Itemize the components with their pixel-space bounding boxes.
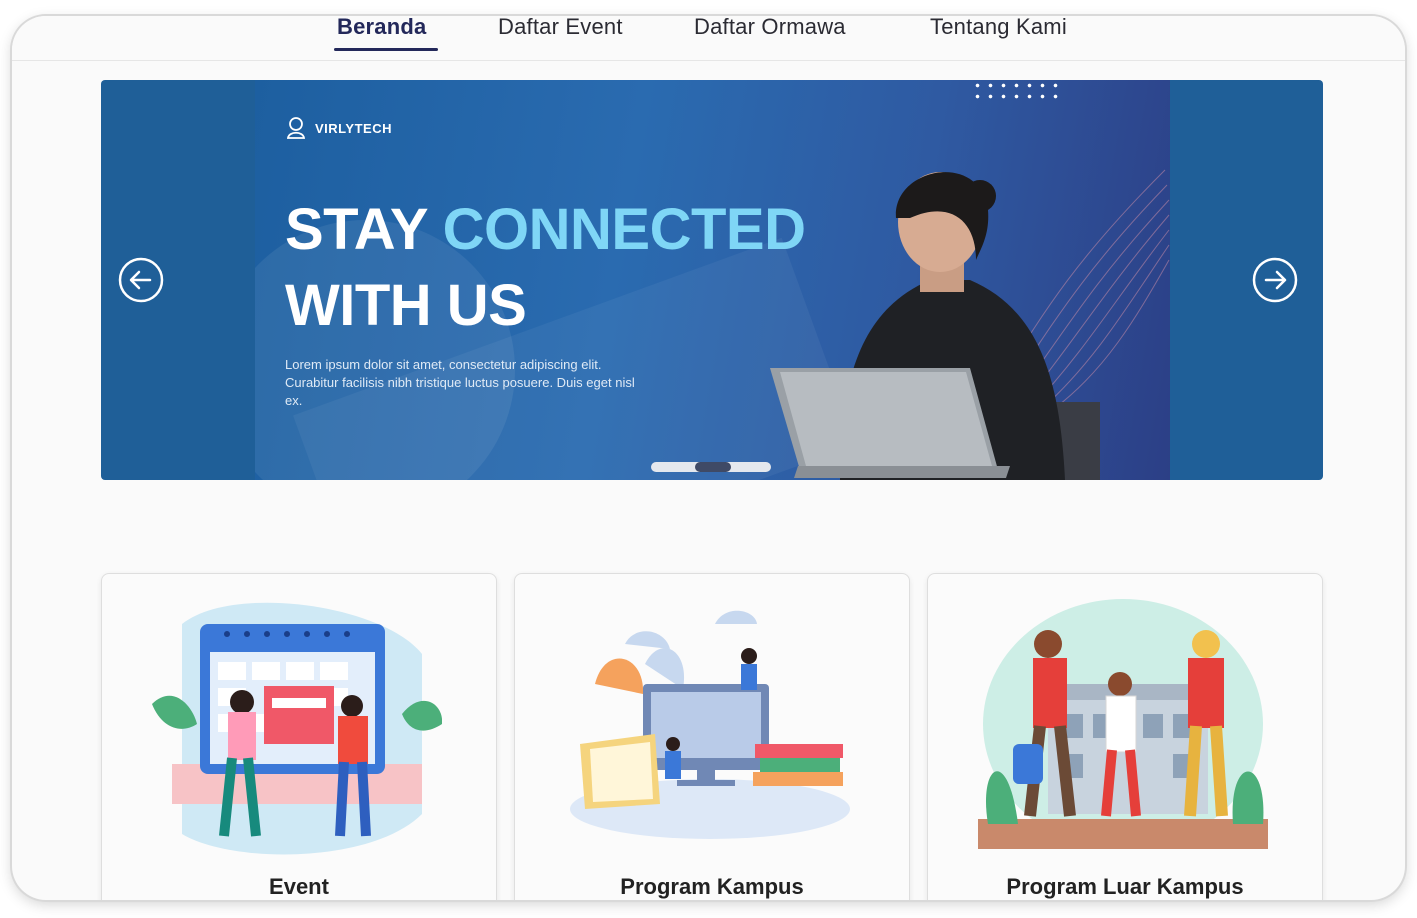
nav-daftar-ormawa[interactable]: Daftar Ormawa	[694, 16, 846, 40]
arrow-right-circle-icon	[1252, 257, 1298, 303]
brand-logo: VIRLYTECH	[285, 116, 392, 140]
calendar-people-illustration	[152, 602, 442, 855]
card-title-program-luar-kampus: Program Luar Kampus	[1006, 874, 1244, 899]
students-walking-illustration	[978, 599, 1268, 849]
card-event[interactable]: Event	[101, 573, 497, 900]
card-program-kampus[interactable]: Program Kampus	[514, 573, 910, 900]
carousel-slide: VIRLYTECH STAY CONNECTED WITH US Lorem i…	[255, 80, 1170, 480]
card-title-event: Event	[269, 874, 329, 899]
card-program-luar-kampus[interactable]: Program Luar Kampus	[927, 573, 1323, 900]
brand-name: VIRLYTECH	[315, 120, 392, 136]
arrow-left-circle-icon	[118, 257, 164, 303]
carousel-indicator[interactable]	[651, 462, 771, 472]
carousel-indicator-active	[695, 462, 731, 472]
carousel-next-button[interactable]	[1252, 257, 1298, 303]
nav-daftar-event[interactable]: Daftar Event	[498, 16, 623, 40]
nav-beranda[interactable]: Beranda	[337, 16, 426, 40]
woman-with-laptop-photo	[770, 172, 1100, 480]
top-navigation: Beranda Daftar Event Daftar Ormawa Tenta…	[12, 16, 1405, 61]
hero-body-text: Lorem ipsum dolor sit amet, consectetur …	[285, 357, 635, 408]
headline-accent: CONNECTED	[442, 197, 806, 262]
brand-mark-icon	[285, 116, 307, 140]
card-title-program-kampus: Program Kampus	[620, 874, 804, 899]
nav-active-underline	[334, 48, 438, 51]
hero-carousel[interactable]: VIRLYTECH STAY CONNECTED WITH US Lorem i…	[101, 80, 1323, 480]
hero-headline: STAY CONNECTED WITH US	[285, 192, 806, 344]
books-computer-illustration	[570, 610, 850, 839]
carousel-prev-button[interactable]	[118, 257, 164, 303]
headline-part-1: STAY	[285, 197, 443, 262]
app-window: Beranda Daftar Event Daftar Ormawa Tenta…	[12, 16, 1405, 900]
dots-pattern	[971, 80, 1061, 102]
nav-tentang-kami[interactable]: Tentang Kami	[930, 16, 1067, 40]
headline-line-2: WITH US	[285, 273, 527, 338]
